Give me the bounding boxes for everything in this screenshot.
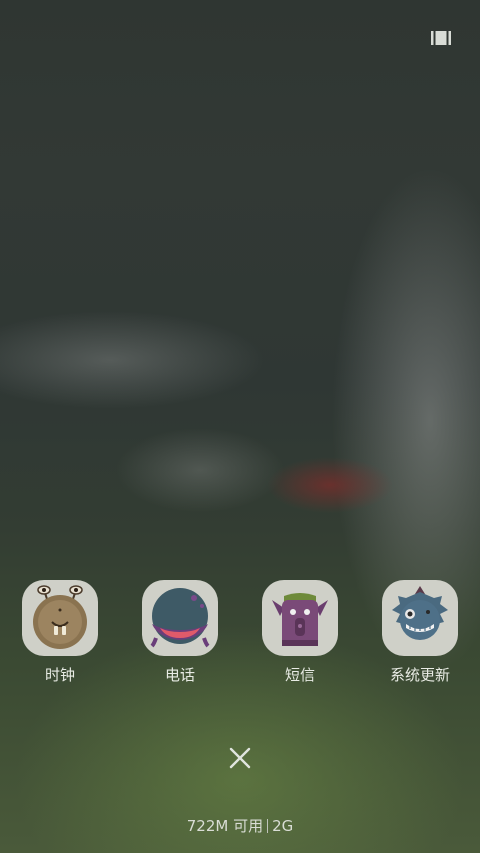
app-label: 短信 bbox=[284, 666, 315, 684]
recent-apps-row: 时钟 电话 短信 系统更新 bbox=[0, 580, 480, 690]
recents-view-button[interactable] bbox=[428, 28, 454, 48]
app-label: 时钟 bbox=[44, 666, 75, 684]
messages-monster-icon bbox=[262, 580, 338, 656]
network-type-text: 2G bbox=[272, 817, 294, 835]
app-label: 系统更新 bbox=[389, 666, 450, 684]
recents-view-icon bbox=[431, 31, 451, 45]
system-update-monster-icon bbox=[382, 580, 458, 656]
recent-app-clock[interactable]: 时钟 bbox=[0, 580, 120, 690]
phone-monster-icon bbox=[142, 580, 218, 656]
memory-status: 722M 可用 2G bbox=[0, 815, 480, 836]
available-memory-text: 722M 可用 bbox=[186, 817, 264, 835]
clear-all-button[interactable] bbox=[226, 744, 254, 772]
app-label: 电话 bbox=[164, 666, 195, 684]
recent-app-phone[interactable]: 电话 bbox=[120, 580, 240, 690]
recent-app-system-update[interactable]: 系统更新 bbox=[360, 580, 480, 690]
clock-monster-icon bbox=[22, 580, 98, 656]
recent-app-messages[interactable]: 短信 bbox=[240, 580, 360, 690]
divider bbox=[267, 819, 269, 833]
close-icon bbox=[229, 747, 251, 769]
